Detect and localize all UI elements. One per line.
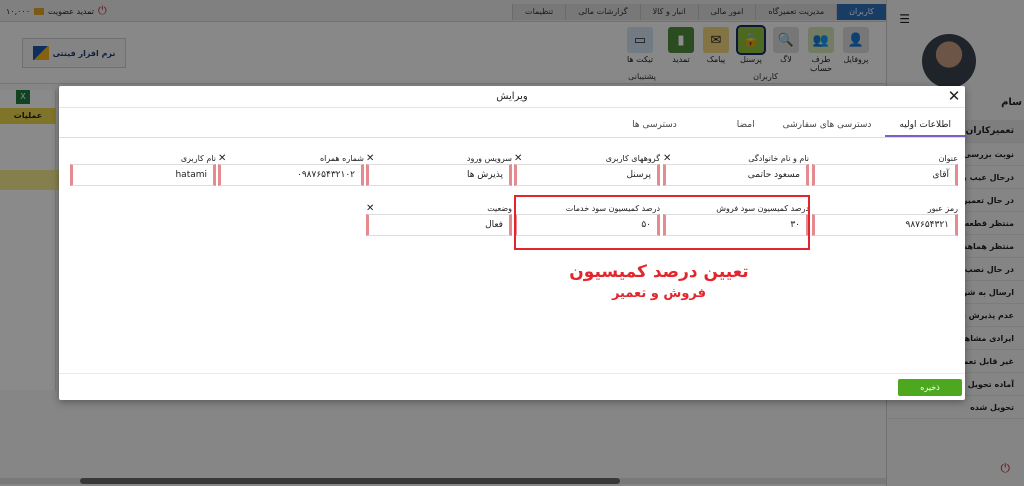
- status-field: وضعیت ✕ فعال: [366, 202, 512, 236]
- tab-access[interactable]: دسترسی ها: [618, 112, 691, 137]
- tab-signature[interactable]: امضا: [723, 112, 769, 137]
- title-input[interactable]: آقای: [812, 164, 958, 186]
- title-label: عنوان: [938, 153, 958, 163]
- login-service-select[interactable]: پذیرش ها: [366, 164, 512, 186]
- close-icon[interactable]: ✕: [945, 88, 963, 106]
- commission-highlight-box: [514, 195, 810, 250]
- password-input[interactable]: ۹۸۷۶۵۴۳۲۱: [812, 214, 958, 236]
- user-groups-select[interactable]: پرسنل: [514, 164, 660, 186]
- title-field: عنوان آقای: [812, 152, 958, 186]
- login-service-field: سرویس ورود ✕ پذیرش ها: [366, 152, 512, 186]
- mobile-field: شماره همراه ✕ ۰۹۸۷۶۵۴۳۲۱۰۲: [218, 152, 364, 186]
- username-input[interactable]: hatami: [70, 164, 216, 186]
- modal-title: ویرایش: [59, 86, 965, 108]
- user-groups-label: گروههای کاربری: [605, 153, 660, 163]
- username-label: نام کاربری: [180, 153, 216, 163]
- clear-x-icon[interactable]: ✕: [366, 203, 374, 214]
- status-select[interactable]: فعال: [366, 214, 512, 236]
- footer-divider: [59, 373, 965, 374]
- password-field: رمز عبور ۹۸۷۶۵۴۳۲۱: [812, 202, 958, 236]
- annotation-line-1: تعیین درصد کمیسیون: [569, 262, 749, 282]
- mobile-label: شماره همراه: [319, 153, 364, 163]
- clear-x-icon[interactable]: ✕: [366, 153, 374, 164]
- status-label: وضعیت: [487, 203, 512, 213]
- tab-custom-access[interactable]: دسترسی های سفارشی: [769, 112, 886, 137]
- clear-x-icon[interactable]: ✕: [218, 153, 226, 164]
- clear-x-icon[interactable]: ✕: [663, 153, 671, 164]
- edit-user-modal: ویرایش ✕ اطلاعات اولیه دسترسی های سفارشی…: [59, 86, 965, 400]
- tab-basic-info[interactable]: اطلاعات اولیه: [885, 112, 965, 137]
- full-name-input[interactable]: مسعود حاتمی: [663, 164, 809, 186]
- username-field: نام کاربری hatami: [70, 152, 216, 186]
- modal-tabs: اطلاعات اولیه دسترسی های سفارشی امضا دست…: [59, 112, 965, 138]
- commission-annotation: تعیین درصد کمیسیون فروش و تعمیر: [559, 262, 759, 301]
- user-groups-field: گروههای کاربری ✕ پرسنل: [514, 152, 660, 186]
- full-name-field: نام و نام خانوادگی ✕ مسعود حاتمی: [663, 152, 809, 186]
- mobile-input[interactable]: ۰۹۸۷۶۵۴۳۲۱۰۲: [218, 164, 364, 186]
- annotation-line-2: فروش و تعمیر: [611, 286, 707, 301]
- save-button[interactable]: ذخیره: [898, 379, 962, 396]
- password-label: رمز عبور: [927, 203, 958, 213]
- login-service-label: سرویس ورود: [466, 153, 512, 163]
- clear-x-icon[interactable]: ✕: [514, 153, 522, 164]
- full-name-label: نام و نام خانوادگی: [748, 153, 809, 163]
